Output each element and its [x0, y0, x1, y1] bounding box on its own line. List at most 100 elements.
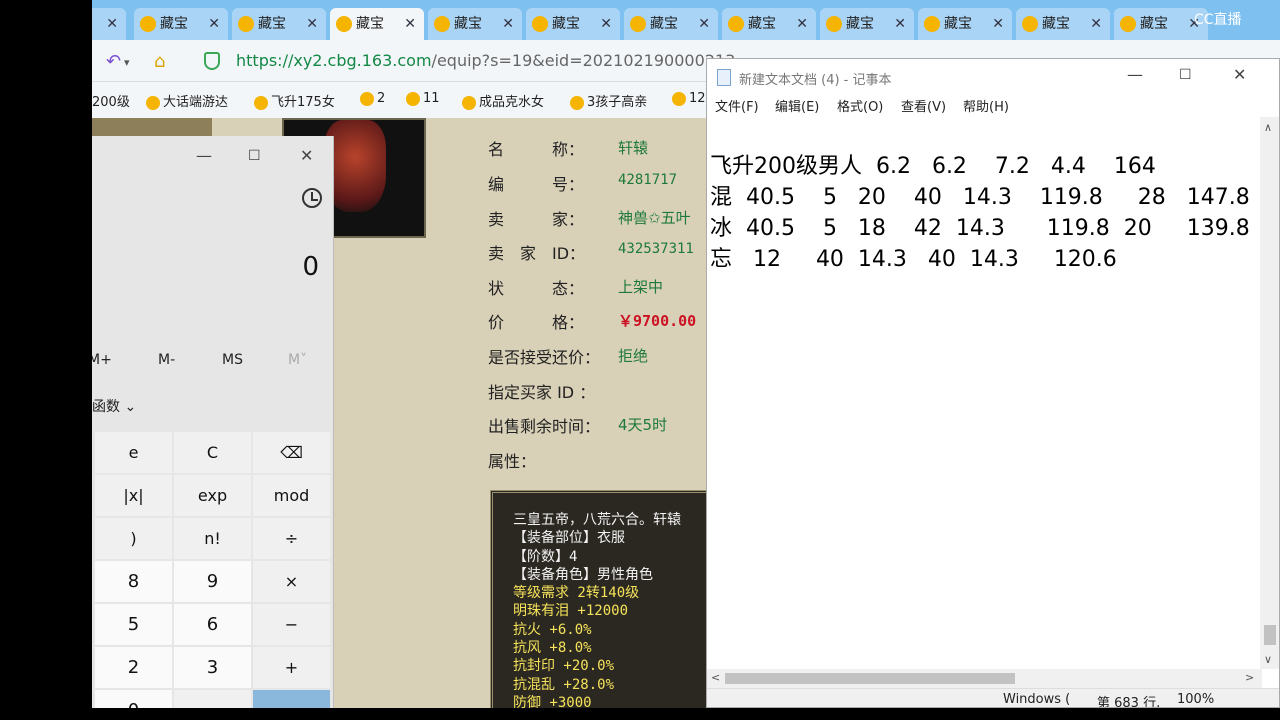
bookmark-label: 飞升175女 — [271, 95, 335, 110]
notepad-menu-item[interactable]: 编辑(E) — [775, 96, 819, 115]
url-field[interactable]: https://xy2.cbg.163.com/equip?s=19&eid=2… — [236, 51, 735, 70]
notepad-text-area[interactable]: 飞升200级男人 6.2 6.2 7.2 4.4 164 混 40.5 5 20 … — [707, 117, 1262, 669]
browser-tab[interactable]: 藏宝 ✕ — [134, 8, 228, 40]
tab-close-icon[interactable]: ✕ — [698, 8, 710, 40]
calc-key[interactable]: = — [253, 690, 330, 708]
calc-key[interactable]: − — [253, 604, 330, 645]
tab-title: 藏宝 — [160, 16, 188, 32]
browser-tab[interactable]: 藏宝 ✕ — [722, 8, 816, 40]
calc-key[interactable]: 9 — [174, 561, 251, 602]
calc-key[interactable]: ) — [95, 518, 172, 559]
browser-tab[interactable]: 藏宝 ✕ — [232, 8, 326, 40]
bookmark-item[interactable]: 11 — [406, 91, 440, 106]
tab-title: 藏宝 — [846, 16, 874, 32]
calc-key[interactable]: 6 — [174, 604, 251, 645]
calc-key[interactable]: C — [174, 432, 251, 473]
bookmark-item[interactable]: 200级 — [92, 91, 130, 110]
notepad-menu-item[interactable]: 格式(O) — [837, 96, 883, 115]
bookmark-item[interactable]: 飞升175女 — [254, 91, 335, 110]
memory-button[interactable]: M- — [158, 352, 175, 368]
scroll-down-icon[interactable]: ∨ — [1264, 653, 1272, 666]
minimize-button[interactable]: — — [1127, 65, 1143, 84]
calc-key[interactable]: 3 — [174, 647, 251, 688]
notepad-menu-item[interactable]: 文件(F) — [715, 96, 759, 115]
bookmark-item[interactable]: 成品克水女 — [462, 91, 544, 110]
bookmark-icon — [360, 91, 374, 106]
calc-key[interactable]: 0 — [95, 690, 172, 708]
field-label: 卖 家 ID： — [488, 244, 586, 263]
tab-close-icon[interactable]: ✕ — [992, 8, 1004, 40]
home-icon[interactable]: ⌂ — [154, 51, 165, 72]
browser-tab-bar: ✕ 藏宝 ✕ 藏宝 ✕ 藏宝 ✕ 藏宝 ✕ 藏宝 ✕ 藏宝 ✕ 藏宝 ✕ 藏宝 ✕ 藏宝 ✕ 藏宝 ✕ 藏宝 ✕ — [92, 0, 1280, 40]
maximize-button[interactable]: ☐ — [1179, 67, 1192, 83]
field-label: 编 号： — [488, 175, 585, 194]
calc-key[interactable]: ⌫ — [253, 432, 330, 473]
tab-close-icon[interactable]: ✕ — [1090, 8, 1102, 40]
calc-key[interactable]: + — [253, 647, 330, 688]
bookmark-label: 3孩子高亲 — [587, 95, 648, 110]
notepad-menu-item[interactable]: 帮助(H) — [963, 96, 1009, 115]
calc-key[interactable]: mod — [253, 475, 330, 516]
scroll-left-icon[interactable]: < — [711, 671, 720, 684]
calc-key[interactable]: |x| — [95, 475, 172, 516]
tab-close-icon[interactable]: ✕ — [404, 8, 416, 40]
notepad-menu-item[interactable]: 查看(V) — [901, 96, 946, 115]
notepad-window: 新建文本文档 (4) - 记事本 — ☐ ✕ 文件(F) 编辑(E) 格式(O) 查看… — [706, 58, 1280, 708]
close-button[interactable]: ✕ — [1233, 65, 1246, 84]
calc-key[interactable]: ÷ — [253, 518, 330, 559]
tab-close-icon[interactable]: ✕ — [106, 8, 118, 40]
function-dropdown[interactable]: 函数 ⌄ — [92, 396, 136, 416]
bookmark-item[interactable]: 2 — [360, 91, 385, 106]
memory-button[interactable]: MS — [222, 352, 243, 368]
tab-close-icon[interactable]: ✕ — [894, 8, 906, 40]
browser-tab[interactable]: 藏宝 ✕ — [428, 8, 522, 40]
close-button[interactable]: ✕ — [300, 146, 313, 165]
tab-close-icon[interactable]: ✕ — [796, 8, 808, 40]
scroll-right-icon[interactable]: > — [1245, 671, 1254, 684]
calc-key[interactable]: exp — [174, 475, 251, 516]
browser-tab[interactable]: 藏宝 ✕ — [624, 8, 718, 40]
text-line: 飞升200级男人 6.2 6.2 7.2 4.4 164 — [710, 154, 1156, 179]
minimize-button[interactable]: — — [196, 146, 212, 165]
tab-title: 藏宝 — [944, 16, 972, 32]
bookmark-item[interactable]: 3孩子高亲 — [570, 91, 647, 110]
maximize-button[interactable]: ☐ — [248, 148, 261, 164]
calc-key[interactable]: × — [253, 561, 330, 602]
site-favicon — [728, 16, 744, 32]
calc-key[interactable]: 5 — [95, 604, 172, 645]
site-favicon — [532, 16, 548, 32]
bookmark-label: 2 — [377, 91, 386, 106]
browser-tab[interactable]: 藏宝 ✕ — [918, 8, 1012, 40]
tab-close-icon[interactable]: ✕ — [502, 8, 514, 40]
scroll-up-icon[interactable]: ∧ — [1264, 121, 1272, 134]
site-favicon — [826, 16, 842, 32]
calc-key[interactable]: 8 — [95, 561, 172, 602]
tab-close-icon[interactable]: ✕ — [600, 8, 612, 40]
history-icon[interactable] — [302, 188, 322, 208]
bookmark-label: 成品克水女 — [479, 95, 545, 110]
bookmark-label: 12 — [689, 91, 706, 106]
browser-tab[interactable]: ✕ — [92, 8, 126, 40]
memory-button[interactable]: M+ — [92, 352, 112, 368]
bookmark-item[interactable]: 12 — [672, 91, 706, 106]
undo-icon[interactable]: ↶ — [106, 51, 121, 72]
vertical-scrollbar[interactable]: ∧ ∨ — [1260, 117, 1279, 669]
calc-key[interactable]: 2 — [95, 647, 172, 688]
bookmark-item[interactable]: 大话端游达 — [146, 91, 228, 110]
attribute-line: 【装备部位】衣服 — [513, 530, 625, 547]
horizontal-scroll-thumb[interactable] — [725, 673, 1015, 684]
tab-close-icon[interactable]: ✕ — [306, 8, 318, 40]
browser-tab[interactable]: 藏宝 ✕ — [1016, 8, 1110, 40]
calc-key[interactable] — [174, 690, 251, 708]
attribute-line: 抗火 +6.0% — [513, 621, 592, 638]
calc-key[interactable]: n! — [174, 518, 251, 559]
horizontal-scrollbar[interactable]: < > — [707, 669, 1262, 688]
browser-tab[interactable]: 藏宝 ✕ — [820, 8, 914, 40]
browser-tab[interactable]: 藏宝 ✕ — [526, 8, 620, 40]
vertical-scroll-thumb[interactable] — [1264, 625, 1276, 645]
tab-close-icon[interactable]: ✕ — [208, 8, 220, 40]
chevron-down-icon[interactable]: ▾ — [124, 56, 130, 69]
calc-key[interactable]: e — [95, 432, 172, 473]
attribute-line: 抗封印 +20.0% — [513, 658, 615, 675]
browser-tab[interactable]: 藏宝 ✕ — [330, 8, 424, 40]
